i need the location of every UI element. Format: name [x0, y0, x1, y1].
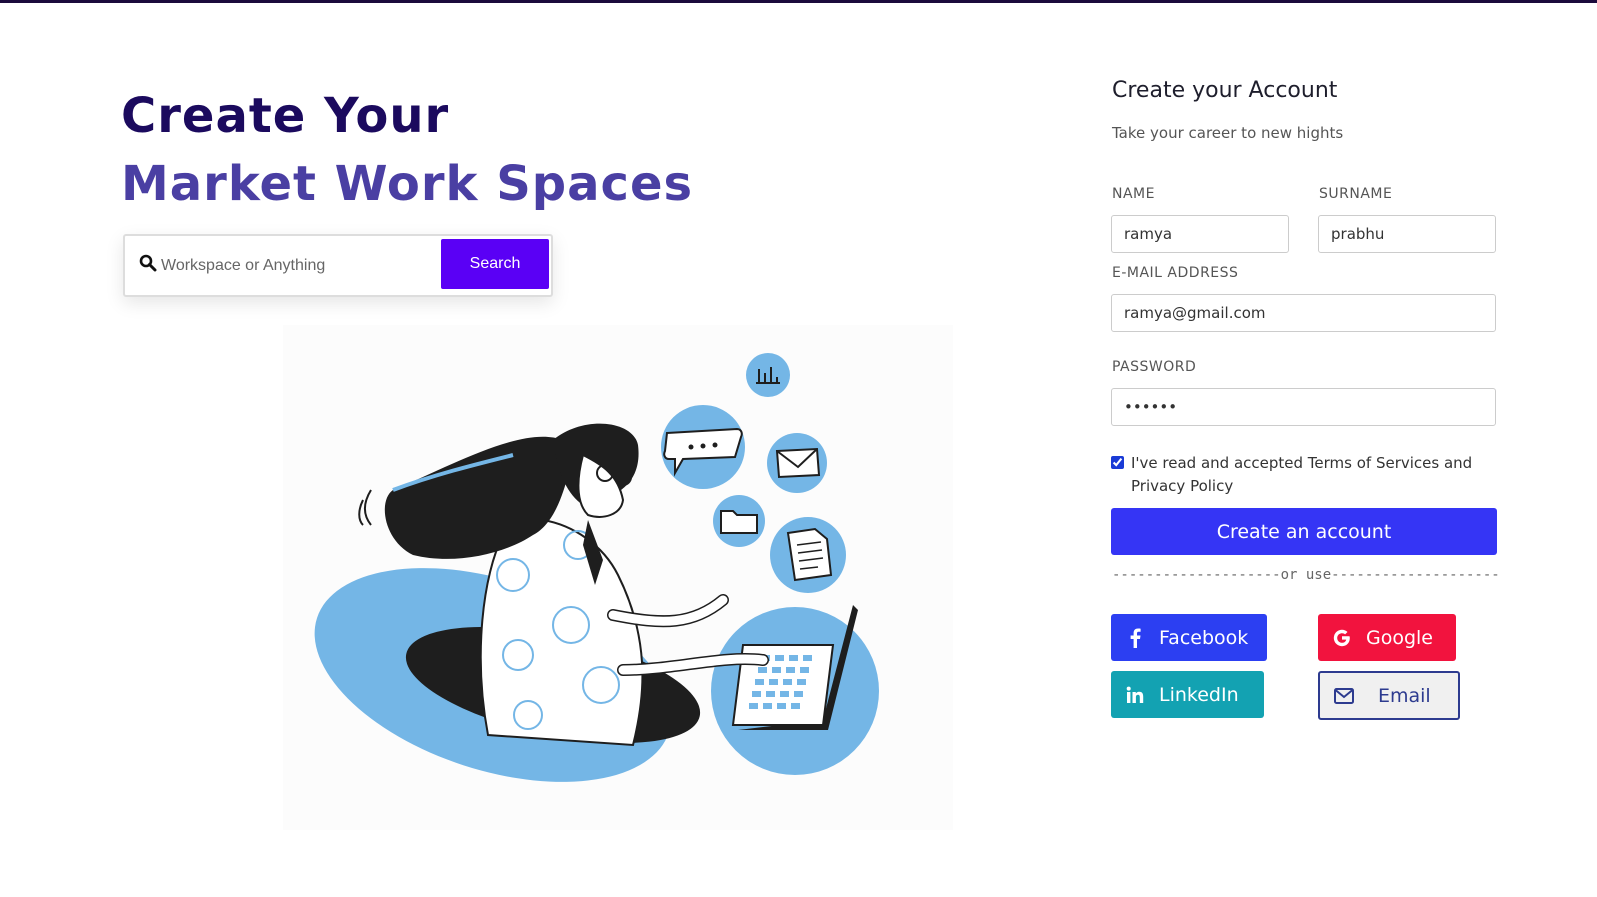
- google-label: Google: [1366, 626, 1434, 649]
- linkedin-label: LinkedIn: [1159, 683, 1239, 706]
- terms-row: I've read and accepted Terms of Services…: [1111, 452, 1501, 498]
- surname-field[interactable]: prabhu: [1318, 215, 1496, 253]
- form-title: Create your Account: [1112, 78, 1338, 103]
- linkedin-button[interactable]: LinkedIn: [1111, 671, 1264, 718]
- email-button[interactable]: Email: [1318, 671, 1460, 720]
- top-border: [0, 0, 1597, 3]
- mail-icon: [767, 433, 827, 493]
- hero-illustration: [283, 325, 953, 830]
- email-label: E-MAIL ADDRESS: [1112, 265, 1239, 281]
- terms-checkbox[interactable]: [1111, 456, 1124, 469]
- google-button[interactable]: Google: [1318, 614, 1456, 661]
- form-subtitle: Take your career to new hights: [1112, 124, 1344, 142]
- facebook-label: Facebook: [1159, 626, 1249, 649]
- folder-icon: [713, 495, 765, 547]
- envelope-icon: [1334, 686, 1354, 706]
- search-icon: [139, 254, 157, 272]
- name-field[interactable]: ramya: [1111, 215, 1289, 253]
- search-box: Search: [123, 234, 553, 297]
- chart-icon: [746, 353, 790, 397]
- hero-title-line1: Create Your: [121, 88, 450, 144]
- password-field[interactable]: ••••••: [1111, 388, 1496, 426]
- google-icon: [1332, 628, 1352, 648]
- terms-text: I've read and accepted Terms of Services…: [1131, 454, 1473, 495]
- email-button-label: Email: [1378, 684, 1431, 707]
- hero-title-line2: Market Work Spaces: [121, 156, 694, 212]
- facebook-icon: [1125, 628, 1145, 648]
- chat-bubble-icon: [661, 405, 745, 489]
- surname-label: SURNAME: [1319, 186, 1393, 202]
- password-label: PASSWORD: [1112, 359, 1197, 375]
- search-input[interactable]: [161, 250, 431, 282]
- hero-title: Create Your Market Work Spaces: [121, 82, 693, 218]
- or-use-divider: --------------------or use--------------…: [1112, 567, 1502, 583]
- document-icon: [770, 517, 846, 593]
- email-field[interactable]: ramya@gmail.com: [1111, 294, 1496, 332]
- search-button[interactable]: Search: [441, 239, 549, 289]
- create-account-button[interactable]: Create an account: [1111, 508, 1497, 555]
- name-label: NAME: [1112, 186, 1155, 202]
- facebook-button[interactable]: Facebook: [1111, 614, 1267, 661]
- linkedin-icon: [1125, 685, 1145, 705]
